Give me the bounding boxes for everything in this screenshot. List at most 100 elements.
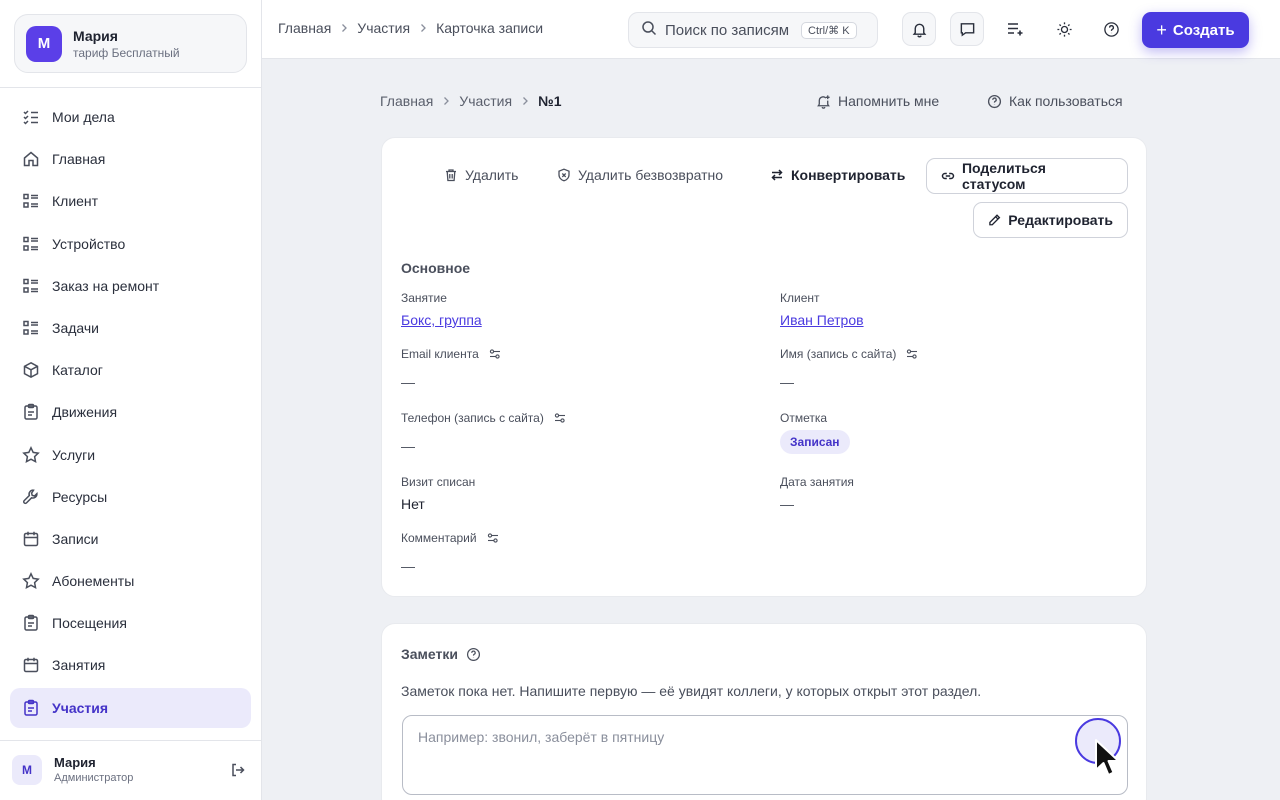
chevron-right-icon [418, 23, 428, 33]
breadcrumb-item[interactable]: Участия [357, 20, 410, 36]
account-plan: тариф Бесплатный [73, 45, 180, 60]
field-label: Клиент [780, 291, 820, 305]
user-name: Мария [54, 755, 96, 770]
sidebar-item-label: Занятия [52, 657, 106, 674]
list-icon [22, 235, 40, 253]
notes-title: Заметки [401, 646, 458, 662]
settings-sliders-icon[interactable] [906, 348, 918, 360]
box-icon [22, 361, 40, 379]
status-badge: Записан [780, 430, 850, 454]
breadcrumb: Главная Участия Карточка записи [278, 20, 543, 36]
breadcrumb-current: Карточка записи [436, 20, 544, 36]
field-visit-charged: Визит списан Нет [401, 474, 475, 514]
sidebar-item-label: Главная [52, 151, 106, 168]
field-value: — [401, 438, 415, 454]
sidebar-item-subscriptions[interactable]: Абонементы [10, 561, 251, 601]
page-breadcrumb: Главная Участия №1 [380, 93, 562, 109]
sidebar-item-tasks[interactable]: Задачи [10, 308, 251, 348]
field-label: Дата занятия [780, 475, 854, 489]
sidebar-item-label: Участия [52, 699, 109, 716]
list-icon [22, 319, 40, 337]
remind-me-button[interactable]: Напомнить мне [816, 93, 939, 109]
field-label: Занятие [401, 291, 447, 305]
user-profile[interactable]: М Мария Администратор [12, 752, 250, 788]
notes-empty-text: Заметок пока нет. Напишите первую — её у… [401, 683, 982, 699]
settings-sliders-icon[interactable] [489, 348, 501, 360]
delete-forever-label: Удалить безвозвратно [578, 167, 724, 183]
sidebar-nav: Мои дела Главная Клиент Устройство Заказ… [10, 97, 251, 730]
add-list-icon[interactable] [998, 12, 1032, 46]
sidebar-item-participations[interactable]: Участия [10, 687, 251, 728]
sidebar-item-repair-order[interactable]: Заказ на ремонт [10, 266, 251, 306]
field-mark: Отметка Записан [780, 410, 850, 454]
sidebar-item-label: Посещения [52, 615, 127, 632]
field-label: Имя (запись с сайта) [780, 347, 897, 361]
delete-button[interactable]: Удалить [444, 167, 518, 183]
client-link[interactable]: Иван Петров [780, 312, 864, 330]
logout-icon[interactable] [226, 758, 250, 782]
sun-icon[interactable] [1047, 12, 1081, 46]
swap-icon [771, 169, 783, 181]
field-value: Нет [401, 496, 425, 512]
search-icon [641, 20, 657, 41]
link-icon [941, 172, 955, 180]
sidebar-item-label: Движения [52, 404, 118, 421]
create-button[interactable]: + Создать [1142, 12, 1249, 48]
sidebar-divider [0, 87, 262, 88]
breadcrumb-item[interactable]: Главная [380, 93, 433, 109]
share-status-button[interactable]: Поделиться статусом [926, 158, 1128, 194]
clipboard-icon [22, 403, 40, 421]
sidebar-item-catalog[interactable]: Каталог [10, 350, 251, 390]
lesson-link[interactable]: Бокс, группа [401, 312, 482, 330]
shield-x-icon [558, 168, 570, 182]
sidebar-item-services[interactable]: Услуги [10, 435, 251, 475]
breadcrumb-item[interactable]: Главная [278, 20, 331, 36]
field-email: Email клиента — [401, 346, 501, 392]
sidebar-item-lessons[interactable]: Занятия [10, 645, 251, 685]
settings-sliders-icon[interactable] [554, 412, 566, 424]
edit-button[interactable]: Редактировать [973, 202, 1128, 238]
share-status-label: Поделиться статусом [961, 160, 1046, 192]
how-to-use-label: Как пользоваться [1009, 93, 1123, 109]
sidebar-item-resources[interactable]: Ресурсы [10, 477, 251, 517]
help-icon[interactable] [466, 647, 481, 662]
sidebar-item-label: Услуги [52, 446, 96, 463]
sidebar-item-bookings[interactable]: Записи [10, 519, 251, 559]
field-client: Клиент Иван Петров [780, 290, 864, 330]
sidebar-item-label: Устройство [52, 235, 126, 252]
delete-forever-button[interactable]: Удалить безвозвратно [557, 167, 723, 183]
sidebar-item-my-tasks[interactable]: Мои дела [10, 97, 251, 137]
chat-icon[interactable] [950, 12, 984, 46]
sidebar-item-label: Ресурсы [52, 488, 108, 505]
search-input[interactable]: Поиск по записям Ctrl/⌘ K [628, 12, 878, 48]
field-label: Отметка [780, 411, 828, 425]
breadcrumb-item[interactable]: Участия [459, 93, 512, 109]
sidebar-item-device[interactable]: Устройство [10, 224, 251, 264]
user-role: Администратор [54, 772, 134, 784]
field-lesson-date: Дата занятия — [780, 474, 854, 514]
account-switcher[interactable]: М Мария тариф Бесплатный [14, 14, 247, 73]
sidebar-item-label: Клиент [52, 193, 99, 210]
sidebar-item-movements[interactable]: Движения [10, 392, 251, 432]
clipboard-icon [22, 699, 40, 717]
page-title: №1 [538, 93, 562, 109]
sidebar-item-label: Задачи [52, 319, 100, 336]
convert-button[interactable]: Конвертировать [770, 167, 905, 183]
field-label: Визит списан [401, 475, 476, 489]
sidebar-item-visits[interactable]: Посещения [10, 603, 251, 643]
field-site-name: Имя (запись с сайта) — [780, 346, 918, 392]
sidebar-item-label: Абонементы [52, 573, 135, 590]
field-value: — [780, 374, 794, 390]
field-label: Комментарий [401, 531, 477, 545]
sidebar-item-home[interactable]: Главная [10, 139, 251, 179]
bell-icon[interactable] [902, 12, 936, 46]
field-value: — [780, 496, 794, 512]
home-icon [22, 150, 40, 168]
settings-sliders-icon[interactable] [487, 532, 499, 544]
help-icon[interactable] [1094, 12, 1128, 46]
sidebar-item-client[interactable]: Клиент [10, 181, 251, 221]
how-to-use-button[interactable]: Как пользоваться [987, 93, 1123, 109]
note-input[interactable]: Например: звонил, заберёт в пятницу [402, 715, 1128, 795]
account-name: Мария [73, 27, 118, 44]
field-comment: Комментарий — [401, 530, 499, 576]
